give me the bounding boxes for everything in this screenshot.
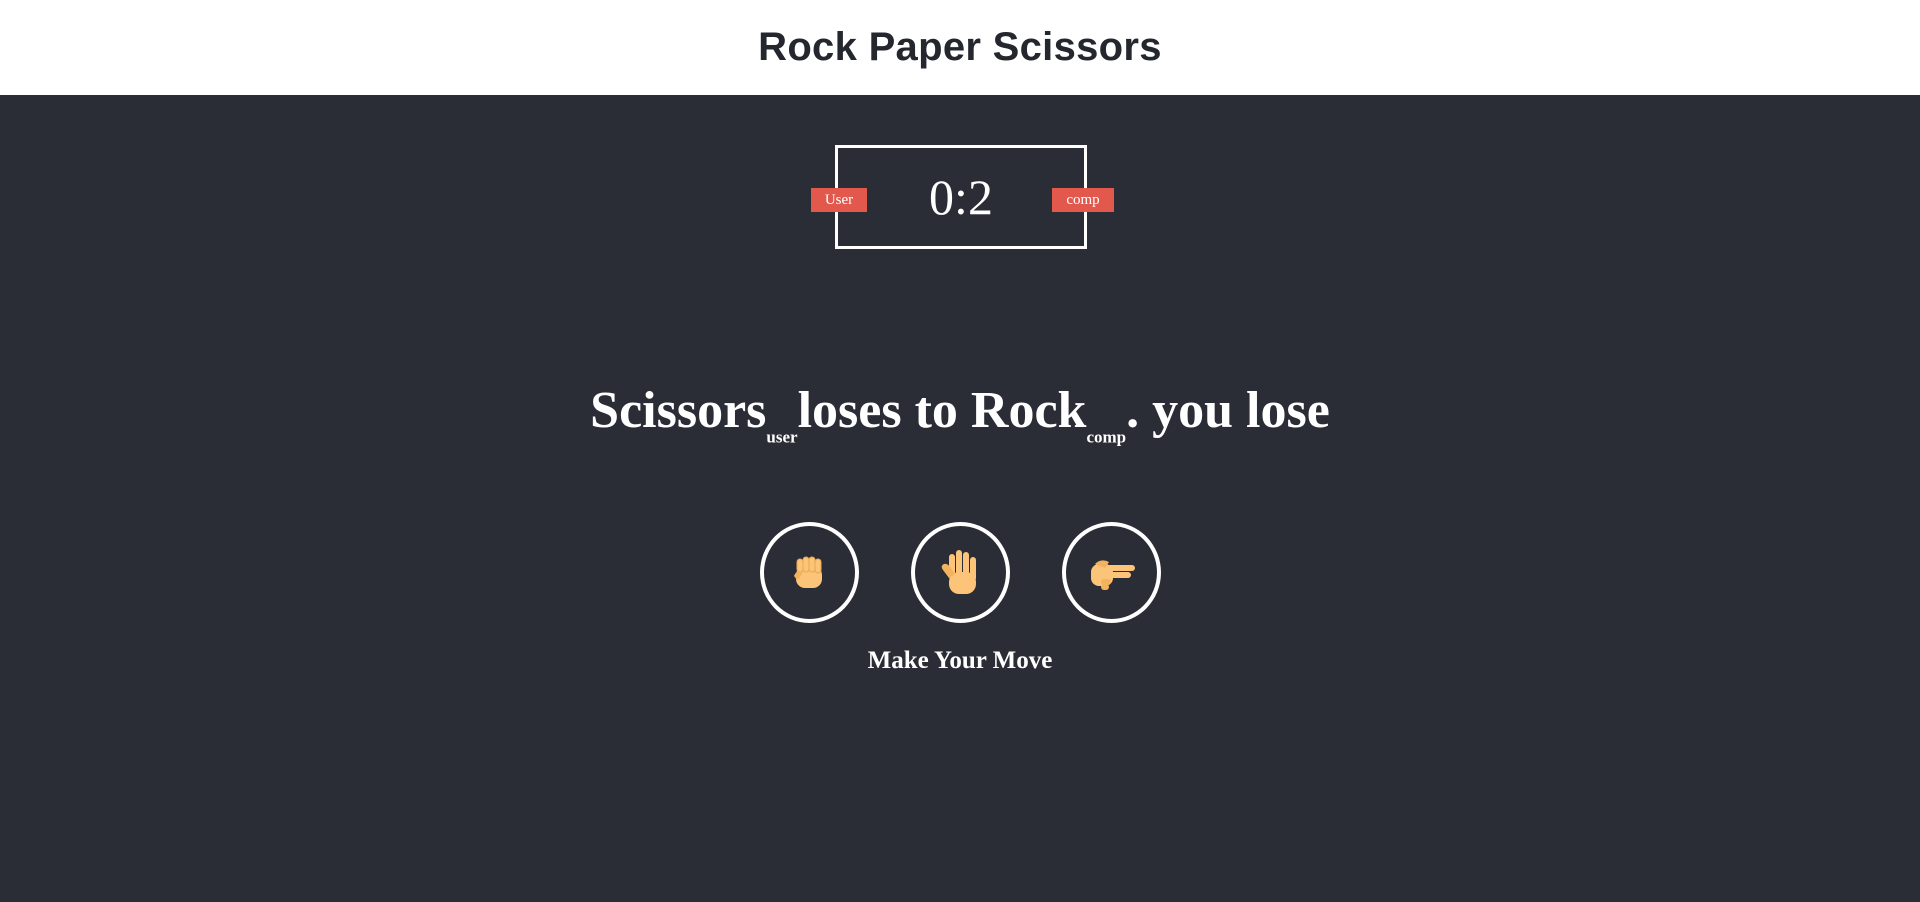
result-user-choice: Scissors xyxy=(590,382,767,439)
user-label-badge: User xyxy=(811,188,867,212)
paper-button[interactable] xyxy=(910,522,1010,623)
score-display: 0:2 xyxy=(929,169,993,225)
result-comp-choice: Rock xyxy=(970,382,1087,439)
game-area: User 0:2 comp Scissorsuserloses to Rockc… xyxy=(0,95,1920,902)
result-message: Scissorsuserloses to Rockcomp. you lose xyxy=(0,382,1920,447)
choice-buttons xyxy=(0,522,1920,623)
action-message: Make Your Move xyxy=(867,647,1053,674)
result-verb: loses to xyxy=(797,382,958,439)
rock-button[interactable] xyxy=(759,522,859,623)
victory-hand-icon xyxy=(1085,552,1137,594)
result-outcome: . you lose xyxy=(1126,382,1330,439)
comp-label-badge: comp xyxy=(1052,188,1114,212)
open-hand-icon xyxy=(937,548,983,598)
result-user-tag: user xyxy=(766,427,798,447)
score-board: User 0:2 comp xyxy=(811,145,1114,249)
page-title: Rock Paper Scissors xyxy=(758,25,1162,69)
header: Rock Paper Scissors xyxy=(0,0,1920,95)
scissors-button[interactable] xyxy=(1061,522,1161,623)
fist-icon xyxy=(788,552,830,594)
result-comp-tag: comp xyxy=(1086,427,1127,447)
